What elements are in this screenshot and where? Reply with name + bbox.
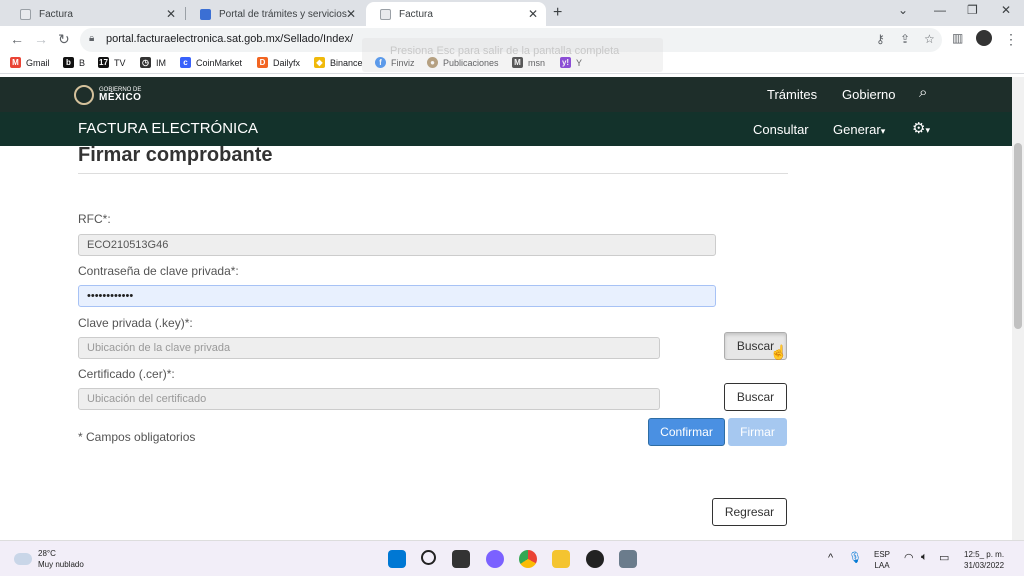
nav-gobierno[interactable]: Gobierno (842, 87, 895, 102)
tab-factura-1[interactable]: Factura ✕ (6, 2, 184, 26)
page-title: Firmar comprobante (78, 146, 273, 166)
page-scrollbar[interactable] (1012, 77, 1024, 540)
password-label: Contraseña de clave privada*: (78, 264, 239, 278)
clock[interactable]: 12:5_ p. m. 31/03/2022 (964, 549, 1004, 571)
task-view-icon[interactable] (452, 550, 470, 568)
key-icon[interactable]: ⚷ (876, 32, 885, 46)
weather-desc: Muy nublado (38, 560, 84, 569)
chevron-up-icon[interactable]: ^ (828, 552, 833, 564)
gob-mx-logo[interactable]: GOBIERNO DE MÉXICO (74, 85, 141, 105)
windows-start-icon[interactable] (388, 550, 406, 568)
battery-icon[interactable]: ▭ (939, 551, 949, 564)
cloud-icon (14, 553, 32, 565)
grid-icon (200, 8, 211, 20)
bookmark-im[interactable]: ◷ IM (140, 57, 166, 68)
browse-cert-button[interactable]: Buscar (724, 383, 787, 411)
bookmark-coinmarket[interactable]: c CoinMarket (180, 57, 242, 68)
binance-icon: ◆ (314, 57, 325, 68)
gear-icon[interactable]: ⚙▾ (912, 119, 930, 137)
menu-icon[interactable]: ⋮ (1004, 31, 1018, 48)
gob-header: GOBIERNO DE MÉXICO Trámites Gobierno ⌕ (0, 77, 1024, 112)
back-button[interactable]: Regresar (712, 498, 787, 526)
coinmarket-icon: c (180, 57, 191, 68)
bookmark-dailyfx[interactable]: D Dailyfx (257, 57, 300, 68)
brand-title[interactable]: FACTURA ELECTRÓNICA (78, 120, 258, 137)
star-icon[interactable]: ☆ (924, 32, 935, 46)
factura-navbar: FACTURA ELECTRÓNICA Consultar Generar▾ ⚙… (0, 112, 1024, 146)
close-icon[interactable]: ✕ (346, 7, 356, 21)
tradingview-icon: 17 (98, 57, 109, 68)
rfc-label: RFC*: (78, 212, 111, 226)
forward-arrow-icon[interactable]: → (34, 31, 48, 47)
weather-temp: 28°C (38, 549, 56, 558)
volume-icon[interactable]: 🔈︎ (921, 551, 928, 564)
bookmark-b[interactable]: bB (63, 57, 85, 68)
nav-tramites[interactable]: Trámites (767, 87, 817, 102)
close-icon[interactable]: ✕ (528, 7, 538, 21)
cert-file-input[interactable] (78, 388, 660, 410)
obs-icon[interactable] (586, 550, 604, 568)
search-icon[interactable] (421, 550, 436, 565)
file-explorer-icon[interactable] (552, 550, 570, 568)
im-icon: ◷ (140, 57, 151, 68)
minimize-icon[interactable]: — (934, 3, 946, 17)
password-input[interactable] (78, 285, 716, 307)
share-icon[interactable]: ⇪ (900, 32, 910, 46)
gmail-icon: M (10, 57, 21, 68)
new-tab-button[interactable]: + (553, 4, 562, 22)
cert-label: Certificado (.cer)*: (78, 367, 175, 381)
tab-factura-active[interactable]: Factura ✕ (366, 2, 546, 26)
page-content: Firmar comprobante RFC*: Contraseña de c… (0, 146, 1012, 540)
tab-title: Factura (399, 8, 433, 20)
rfc-input[interactable] (78, 234, 716, 256)
hand-cursor-icon: ☝ (770, 344, 788, 360)
browser-tab-strip: Factura ✕ Portal de trámites y servicios… (0, 0, 1024, 26)
microphone-icon[interactable]: 🎙︎ (848, 551, 862, 564)
bookmark-tv[interactable]: 17 TV (98, 57, 126, 68)
nav-generar[interactable]: Generar▾ (833, 122, 885, 137)
chat-icon[interactable] (486, 550, 504, 568)
tab-portal-sat[interactable]: Portal de trámites y servicios - SAT ✕ (186, 2, 364, 26)
key-label: Clave privada (.key)*: (78, 316, 193, 330)
windows-taskbar: 28°C Muy nublado ^ 🎙︎ ESP LAA ◠ 🔈︎ ▭ 12:5_… (0, 540, 1024, 576)
nav-consultar[interactable]: Consultar (753, 122, 809, 137)
wifi-icon[interactable]: ◠ (904, 551, 914, 564)
tab-title: Portal de trámites y servicios - SAT (219, 8, 351, 20)
scrollbar-thumb[interactable] (1014, 143, 1022, 329)
chrome-icon[interactable] (519, 550, 537, 568)
lock-icon: 🔒︎ (89, 33, 95, 44)
key-file-input[interactable] (78, 337, 660, 359)
confirm-button[interactable]: Confirmar (648, 418, 725, 446)
url-text: portal.facturaelectronica.sat.gob.mx/Sel… (106, 33, 354, 45)
tab-search-icon[interactable]: ⌄ (898, 3, 908, 17)
language-indicator[interactable]: ESP LAA (874, 549, 890, 571)
logo-main: MÉXICO (99, 92, 142, 103)
fullscreen-notice: Presiona Esc para salir de la pantalla c… (362, 38, 663, 72)
required-note: * Campos obligatorios (78, 430, 196, 444)
seal-icon (74, 85, 94, 105)
sign-button[interactable]: Firmar (728, 418, 787, 446)
caret-down-icon: ▾ (880, 126, 886, 136)
close-window-icon[interactable]: ✕ (1001, 3, 1011, 17)
reload-icon[interactable]: ↻ (58, 31, 70, 48)
back-arrow-icon[interactable]: ← (10, 31, 24, 47)
close-icon[interactable]: ✕ (166, 7, 176, 21)
search-icon[interactable]: ⌕ (919, 84, 927, 101)
document-icon (20, 8, 31, 20)
bookmark-binance[interactable]: ◆ Binance (314, 57, 363, 68)
b-icon: b (63, 57, 74, 68)
document-icon (380, 8, 391, 20)
restore-icon[interactable]: ❐ (967, 3, 978, 17)
weather-widget[interactable]: 28°C Muy nublado (14, 548, 84, 570)
avatar[interactable] (976, 30, 992, 46)
bookmark-gmail[interactable]: M Gmail (10, 57, 50, 68)
title-divider (78, 173, 788, 174)
calculator-icon[interactable] (619, 550, 637, 568)
tab-title: Factura (39, 8, 73, 20)
side-panel-icon[interactable]: ▥ (952, 31, 963, 45)
dailyfx-icon: D (257, 57, 268, 68)
